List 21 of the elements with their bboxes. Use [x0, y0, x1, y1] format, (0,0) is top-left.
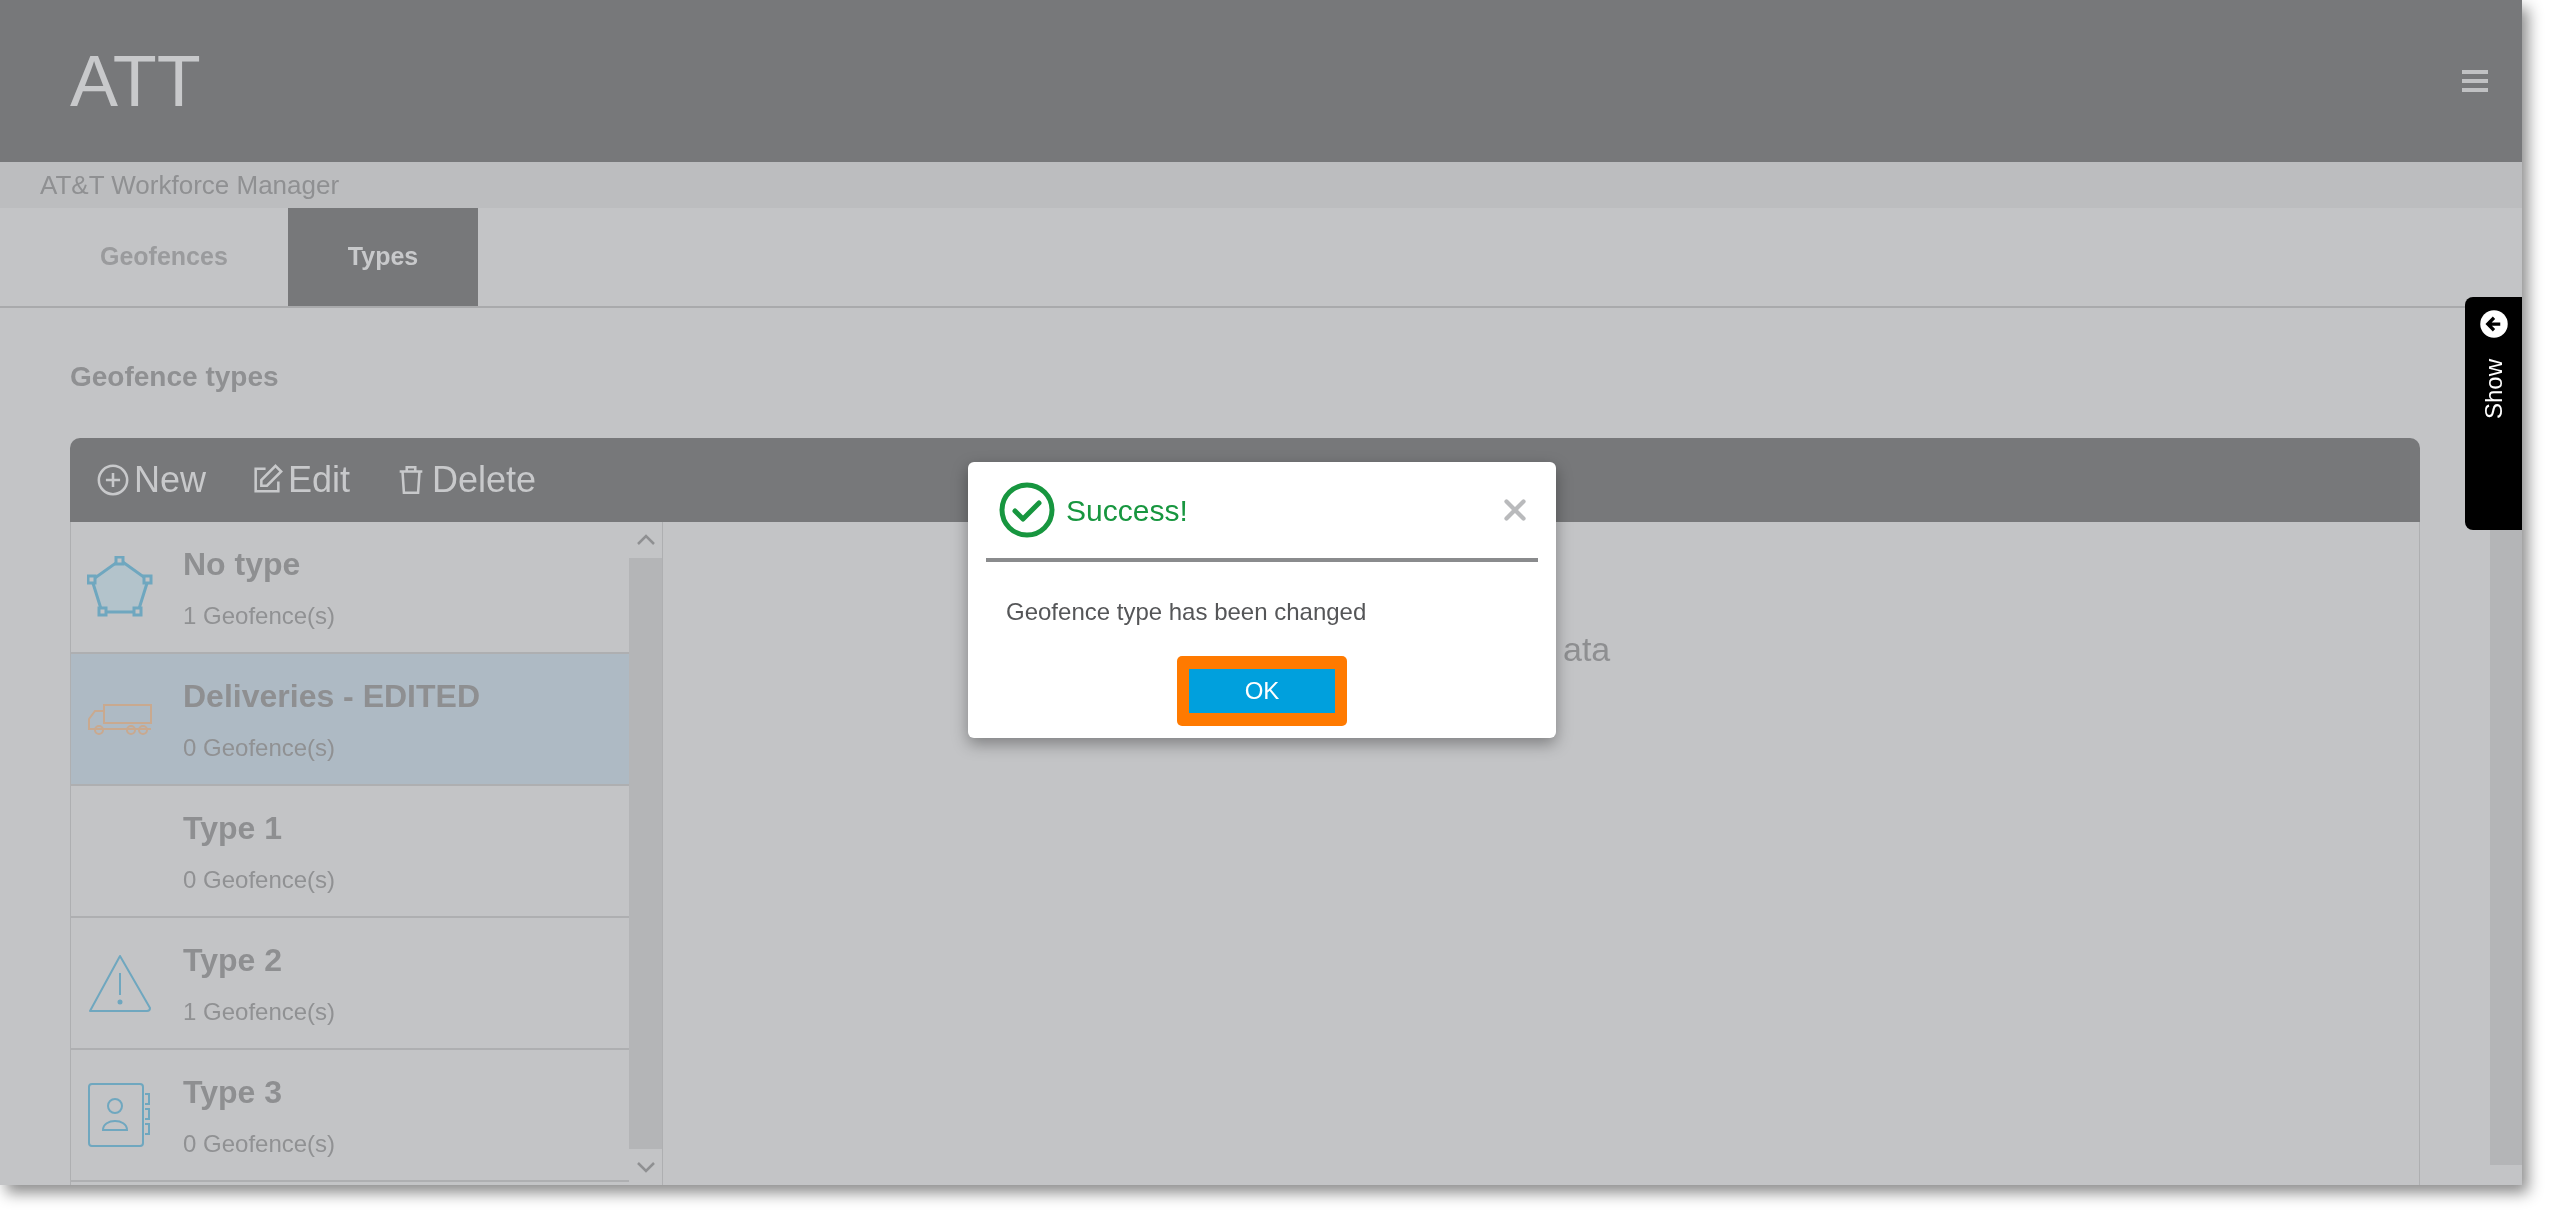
- dialog-title: Success!: [1066, 492, 1188, 529]
- tab[interactable]: Types: [287, 208, 479, 306]
- show-panel-tab[interactable]: Show: [2465, 297, 2522, 530]
- warning-icon: [87, 953, 153, 1013]
- plus-circle-icon: [96, 463, 130, 497]
- dialog-message: Geofence type has been changed: [1005, 597, 1368, 627]
- ok-button[interactable]: OK: [1177, 656, 1347, 726]
- pentagon-icon: [87, 556, 153, 618]
- page-scrollbar[interactable]: [2490, 530, 2522, 1165]
- menu-icon[interactable]: [2462, 70, 2488, 92]
- scroll-down-icon[interactable]: [635, 1161, 656, 1173]
- scroll-up-icon[interactable]: [635, 534, 656, 546]
- list-scrollbar[interactable]: [629, 522, 663, 1185]
- toolbar-button[interactable]: Edit: [250, 453, 351, 507]
- truck-icon: [87, 703, 153, 735]
- check-circle-icon: [998, 481, 1056, 539]
- contact-book-icon: [87, 1082, 153, 1148]
- toolbar-button[interactable]: New: [96, 453, 207, 507]
- arrow-left-circle-icon: [2478, 309, 2509, 339]
- app-logo: ATT: [70, 40, 201, 123]
- toolbar-button[interactable]: Delete: [394, 453, 537, 507]
